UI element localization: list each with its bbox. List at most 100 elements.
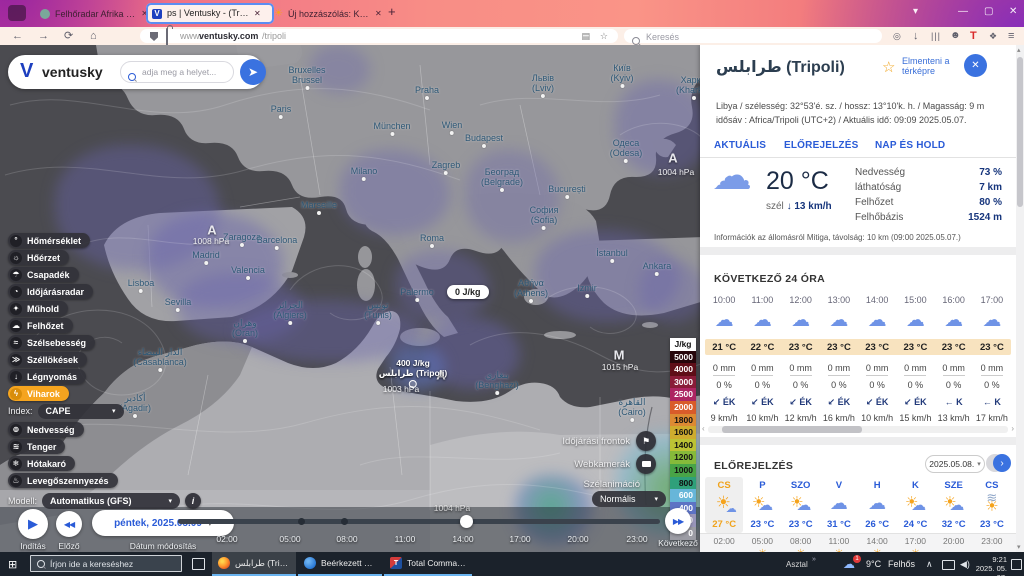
vscrollbar-track[interactable]: ▴ ▾ [1016,45,1024,552]
previous-day-button[interactable]: ◀◀ [56,511,82,537]
taskbar-clock[interactable]: 9:21 2025. 05. 07. [975,555,1007,576]
url-bar[interactable]: www. ventusky.com /tripoli ▤ ☆ [140,29,618,43]
new-tab-button[interactable]: + [388,4,396,19]
timeline-hour[interactable]: 11:00 [395,534,416,544]
forecast-date-select[interactable]: 2025.05.08. ▾ [925,455,985,473]
city-label[interactable]: Paris [271,104,292,119]
city-label[interactable]: الجزائر (Algiers) [273,300,307,325]
menu-icon[interactable]: ≡ [1008,29,1014,43]
list-tabs-button[interactable]: ▾ [913,6,918,17]
tab-nap-es-hold[interactable]: NAP ÉS HOLD [875,140,945,151]
day-label[interactable]: K [896,480,934,491]
scroll-right-icon[interactable]: › [1011,424,1014,433]
place-search-input[interactable]: adja meg a helyet... [120,61,234,83]
sidebar-item-hotakaro[interactable]: ❄Hótakaró [8,456,75,471]
sidebar-item-levegoszennyezes[interactable]: ♨Levegőszennyezés [8,473,118,488]
hscrollbar-track[interactable]: ‹ › [708,426,1008,433]
tracking-shield-icon[interactable] [150,32,158,41]
forecast-next-button[interactable]: › [993,454,1011,472]
day-label[interactable]: P [743,480,781,491]
minimize-button[interactable]: — [958,6,968,17]
city-label[interactable]: وهران (Oran) [232,318,258,343]
firefox-view-icon[interactable] [8,5,26,21]
timeline-rail[interactable] [178,519,660,524]
city-label[interactable]: تونس (Tunis) [364,300,392,325]
extension-t-icon[interactable]: T [970,29,977,43]
city-label[interactable]: Praha [415,85,439,100]
city-label[interactable]: بنغازي (Benghazi) [475,370,519,395]
notification-center-icon[interactable] [1011,559,1022,570]
timeline-hour[interactable]: 23:00 [626,534,647,544]
sidebar-item-muhold[interactable]: ✦Műhold [8,301,68,316]
model-info-button[interactable]: i [185,493,201,509]
city-label[interactable]: Izmir [577,283,597,298]
sidebar-item-szelsebesseg[interactable]: ≈Szélsebesség [8,335,95,350]
city-label[interactable]: Київ (Kyiv) [611,63,634,88]
taskbar-app-firefox[interactable]: طرابلس (Tripoli) - ... [212,552,296,576]
tripoli-marker[interactable]: 400 J/kg طرابلس (Tripoli) [379,358,447,388]
tab-close-icon[interactable]: ✕ [254,9,261,18]
tab-elorejelzes[interactable]: ELŐREJELZÉS [784,140,858,151]
city-label[interactable]: Wien [442,120,463,135]
vscrollbar-thumb[interactable] [1017,57,1023,207]
city-label[interactable]: București [548,184,586,199]
city-label[interactable]: Budapest [465,133,503,148]
tab-forum[interactable]: ☀ Új hozzászólás: Külföldi időjárá ✕ [268,3,390,24]
city-label[interactable]: أكادير (Agadir) [119,393,151,418]
city-label[interactable]: Ankara [643,261,672,276]
reader-view-icon[interactable]: ▤ [581,31,590,42]
day-label[interactable]: H [858,480,896,491]
taskbar-app-total-commander[interactable]: T Total Commander (... [384,552,472,576]
city-label[interactable]: Одеса (Odesa) [610,138,643,163]
timeline-hour[interactable]: 14:00 [452,534,473,544]
city-label[interactable]: Palermo [400,287,434,302]
panel-close-button[interactable]: ✕ [964,54,987,77]
city-label[interactable]: Львів (Lviv) [532,73,554,98]
city-label[interactable]: İstanbul [596,248,628,263]
sidebar-item-viharok-active[interactable]: ϟViharok [8,386,69,401]
webcam-button[interactable] [636,454,656,474]
city-label[interactable]: München [373,121,410,136]
city-label[interactable]: Αθήνα (Athens) [514,278,548,303]
city-label[interactable]: Zagreb [432,160,461,175]
extensions-puzzle-icon[interactable]: ❖ [989,29,997,43]
timeline-hour[interactable]: 17:00 [509,534,530,544]
city-label[interactable]: القاهرة (Cairo) [618,397,646,422]
model-select[interactable]: Automatikus (GFS) ▾ [42,493,180,509]
city-label[interactable]: Madrid [192,250,220,265]
scroll-up-icon[interactable]: ▴ [1017,46,1021,54]
desktop-peek-label[interactable]: Asztal [786,560,808,569]
sidebar-item-homerseklet[interactable]: °Hőmérséklet [8,233,90,248]
day-label[interactable]: SZE [935,480,973,491]
city-label[interactable]: София (Sofia) [530,205,559,230]
home-button[interactable]: ⌂ [90,29,97,43]
maximize-button[interactable]: ▢ [984,6,993,17]
timeline-hour[interactable]: 02:00 [216,534,237,544]
timeline-knob[interactable] [460,515,473,528]
speaker-icon[interactable]: ◀) [960,559,970,570]
timeline-hour[interactable]: 05:00 [279,534,300,544]
tab-ventusky-active[interactable]: V ps | Ventusky - (Tripoli) طرابلس ✕ [146,3,274,24]
timeline-hour[interactable]: 20:00 [567,534,588,544]
day-label[interactable]: CS [705,480,743,491]
tab-felhoradar[interactable]: Felhőradar Afrika - Élő műholdi ✕ [34,3,154,24]
task-view-icon[interactable] [192,558,205,570]
sidebar-item-szellokesek[interactable]: ≫Széllökések [8,352,87,367]
geolocate-button[interactable]: ➤ [240,59,266,85]
taskbar-app-mail[interactable]: Beérkezett üzenete... [298,552,382,576]
ventusky-logo-icon[interactable]: V [20,60,42,82]
day-label[interactable]: V [820,480,858,491]
city-label[interactable]: Barcelona [257,235,298,250]
day-label[interactable]: SZO [782,480,820,491]
wind-animation-select[interactable]: Normális ▾ [592,491,666,507]
city-label[interactable]: الدار البيضاء (Casablanca) [133,347,187,372]
forward-button[interactable]: → [38,29,49,43]
taskbar-search[interactable]: Írjon ide a kereséshez [30,555,182,572]
city-label[interactable]: Roma [420,233,444,248]
sidebar-item-legnyomas[interactable]: ↓Légnyomás [8,369,86,384]
city-label[interactable]: Marseille [301,200,337,215]
reload-button[interactable]: ⟳ [64,29,73,43]
network-icon[interactable] [942,560,955,570]
scroll-down-icon[interactable]: ▾ [1017,543,1021,551]
next-day-button[interactable]: ▶▶ [665,508,691,534]
